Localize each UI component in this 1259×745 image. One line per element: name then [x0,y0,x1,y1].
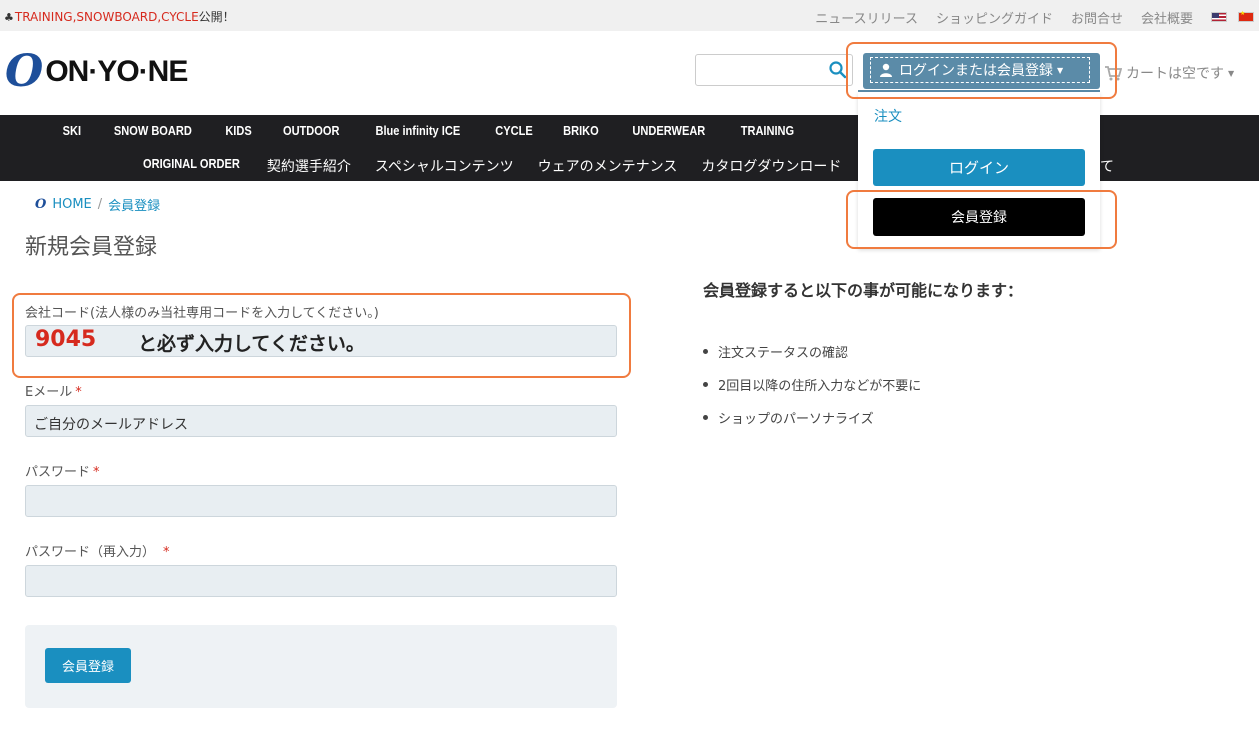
top-link-company[interactable]: 会社概要 [1141,8,1193,27]
password-confirm-label-text: パスワード（再入力） [25,545,156,560]
top-links: ニュースリリース ショッピングガイド お問合せ 会社概要 [815,8,1193,27]
logo-mark: O [5,46,44,97]
top-link-contact[interactable]: お問合せ [1071,8,1123,27]
announcement[interactable]: ♣TRAINING,SNOWBOARD,CYCLE公開！ [4,8,235,25]
nav-item-blue-infinity-ice[interactable]: Blue infinity ICE [376,123,461,138]
password-field[interactable] [25,485,617,517]
breadcrumb-separator: / [97,197,103,212]
highlight-login-button [846,42,1117,99]
top-link-guide[interactable]: ショッピングガイド [936,8,1053,27]
email-field-value: ご自分のメールアドレス [34,417,188,433]
nav-item-special-contents[interactable]: スペシャルコンテンツ [375,156,514,176]
password-label: パスワード * [25,461,100,480]
page-title: 新規会員登録 [25,235,158,260]
dropdown-order-link[interactable]: 注文 [874,106,902,126]
nav-item-original-order[interactable]: ORIGINAL ORDER [143,156,240,176]
email-label-text: Eメール [25,385,73,400]
caret-down-icon: ▼ [1228,68,1235,78]
nav-item-training[interactable]: TRAINING [740,123,793,138]
password-label-text: パスワード [25,465,91,480]
nav-item-catalog-download[interactable]: カタログダウンロード [701,156,841,176]
nav-item-briko[interactable]: BRIKO [563,123,599,138]
password-confirm-field[interactable] [25,565,617,597]
cart-label: カートは空です [1126,66,1224,82]
bullet-icon [703,382,708,387]
nav-row-content: ORIGINAL ORDER 契約選手紹介 スペシャルコンテンツ ウェアのメンテ… [143,156,841,176]
register-submit-button[interactable]: 会員登録 [45,648,131,683]
benefits-title: 会員登録すると以下の事が可能になります： [703,281,1024,300]
nav-item-outdoor[interactable]: OUTDOOR [283,123,339,138]
nav-item-snowboard[interactable]: SNOW BOARD [114,123,192,138]
cart[interactable]: カートは空です ▼ [1104,63,1234,83]
nav-item-kids[interactable]: KIDS [225,123,251,138]
search-icon[interactable] [828,60,848,80]
required-mark: * [75,385,82,400]
benefit-item: ショップのパーソナライズ [703,408,921,427]
bullet-icon [703,415,708,420]
nav-item-underwear[interactable]: UNDERWEAR [632,123,705,138]
announcement-highlight: TRAINING,SNOWBOARD,CYCLE [14,10,199,24]
benefits-list: 注文ステータスの確認 2回目以降の住所入力などが不要に ショップのパーソナライズ [703,342,921,441]
logo-text: ON·YO·NE [45,55,188,88]
breadcrumb-current[interactable]: 会員登録 [108,195,160,214]
top-link-news[interactable]: ニュースリリース [815,8,918,27]
nav-item-athletes[interactable]: 契約選手紹介 [267,156,351,176]
highlight-register-button [846,190,1117,249]
nav-item-maintenance[interactable]: ウェアのメンテナンス [538,156,678,176]
benefit-text: 2回目以降の住所入力などが不要に [718,379,922,394]
announcement-rest: 公開！ [198,10,235,24]
nav-row-categories: SKI SNOW BOARD KIDS OUTDOOR Blue infinit… [0,123,860,138]
cn-flag-icon[interactable] [1238,10,1254,22]
dropdown-login-button[interactable]: ログイン [873,149,1085,186]
nav-item-partial[interactable]: て [1100,156,1114,176]
benefit-item: 2回目以降の住所入力などが不要に [703,375,921,394]
nav-item-cycle[interactable]: CYCLE [495,123,532,138]
breadcrumb-home[interactable]: HOME [52,197,91,212]
home-logo-icon: O [35,197,47,212]
nav-item-ski[interactable]: SKI [63,123,81,138]
email-field[interactable]: ご自分のメールアドレス [25,405,617,437]
required-mark: * [93,465,100,480]
password-confirm-label: パスワード（再入力） * [25,541,170,560]
site-logo[interactable]: O ON·YO·NE [5,46,188,97]
benefit-text: 注文ステータスの確認 [718,346,849,361]
bullet-icon [703,349,708,354]
bell-icon: ♣ [4,11,14,24]
benefit-item: 注文ステータスの確認 [703,342,921,361]
us-flag-icon[interactable] [1211,12,1227,22]
required-mark: * [163,545,170,560]
email-label: Eメール * [25,381,82,400]
breadcrumb: O HOME / 会員登録 [35,195,160,214]
highlight-company-code [12,293,631,378]
benefit-text: ショップのパーソナライズ [718,412,874,427]
